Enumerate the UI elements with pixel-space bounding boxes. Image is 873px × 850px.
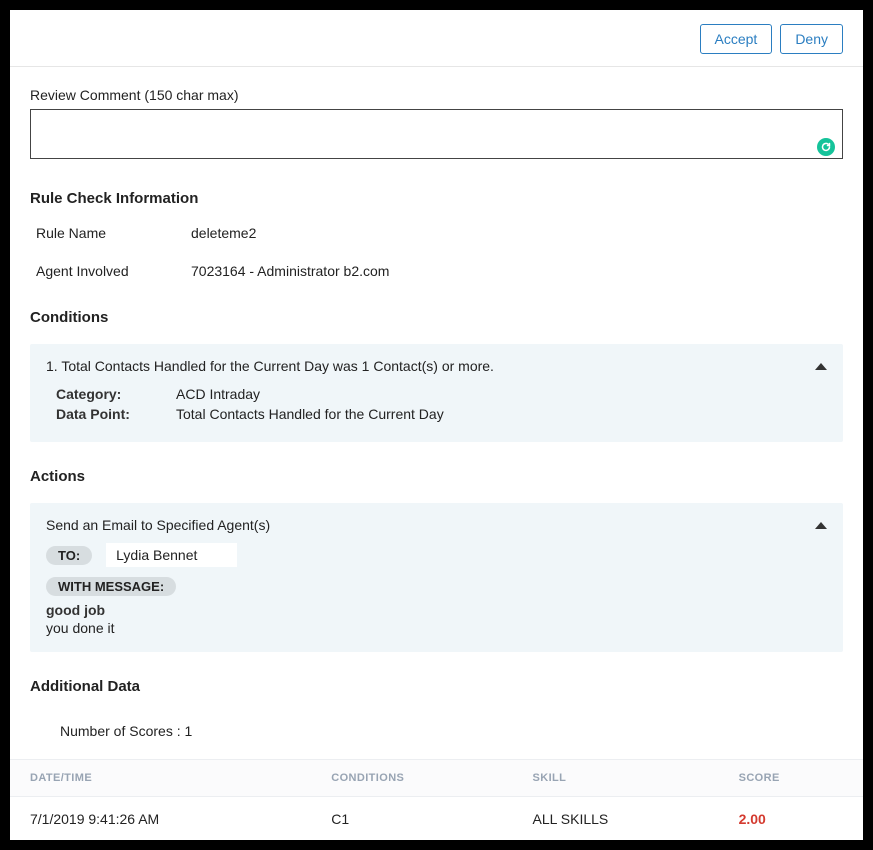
scores-table-wrap: DATE/TIME CONDITIONS SKILL SCORE 7/1/201… — [10, 759, 863, 840]
chevron-up-icon — [815, 363, 827, 370]
cell-conditions: C1 — [311, 797, 512, 841]
agent-involved-row: Agent Involved 7023164 - Administrator b… — [36, 263, 843, 279]
cell-datetime: 7/1/2019 9:41:26 AM — [10, 797, 311, 841]
action-to-line: TO: Lydia Bennet — [46, 543, 827, 567]
number-of-scores: Number of Scores : 1 — [30, 713, 843, 759]
rule-info-grid: Rule Name deleteme2 Agent Involved 70231… — [36, 225, 843, 279]
scores-table: DATE/TIME CONDITIONS SKILL SCORE 7/1/201… — [10, 759, 863, 840]
conditions-title: Conditions — [30, 309, 843, 326]
rule-info-title: Rule Check Information — [30, 190, 843, 207]
actions-body: TO: Lydia Bennet WITH MESSAGE: good job … — [46, 543, 827, 636]
rule-name-label: Rule Name — [36, 225, 191, 241]
app-window: Accept Deny Review Comment (150 char max… — [10, 10, 863, 840]
cell-score: 2.00 — [719, 797, 863, 841]
review-comment-wrapper — [30, 109, 843, 162]
cell-skill: ALL SKILLS — [513, 797, 719, 841]
with-message-label-pill: WITH MESSAGE: — [46, 577, 176, 596]
topbar: Accept Deny — [10, 10, 863, 67]
actions-panel-header[interactable]: Send an Email to Specified Agent(s) — [46, 517, 827, 533]
agent-involved-value: 7023164 - Administrator b2.com — [191, 263, 389, 279]
message-body: you done it — [46, 620, 827, 636]
th-skill: SKILL — [513, 760, 719, 797]
condition-category-value: ACD Intraday — [176, 386, 260, 402]
table-header-row: DATE/TIME CONDITIONS SKILL SCORE — [10, 760, 863, 797]
condition-datapoint-value: Total Contacts Handled for the Current D… — [176, 406, 444, 422]
conditions-panel: 1. Total Contacts Handled for the Curren… — [30, 344, 843, 442]
review-comment-input[interactable] — [30, 109, 843, 159]
rule-name-row: Rule Name deleteme2 — [36, 225, 843, 241]
action-summary: Send an Email to Specified Agent(s) — [46, 517, 270, 533]
condition-category-label: Category: — [56, 386, 176, 402]
conditions-panel-header[interactable]: 1. Total Contacts Handled for the Curren… — [46, 358, 827, 374]
actions-title: Actions — [30, 468, 843, 485]
rule-name-value: deleteme2 — [191, 225, 256, 241]
agent-involved-label: Agent Involved — [36, 263, 191, 279]
deny-button[interactable]: Deny — [780, 24, 843, 54]
th-datetime: DATE/TIME — [10, 760, 311, 797]
th-conditions: CONDITIONS — [311, 760, 512, 797]
condition-datapoint-label: Data Point: — [56, 406, 176, 422]
grammarly-icon[interactable] — [817, 138, 835, 156]
content-area: Review Comment (150 char max) Rule Check… — [10, 67, 863, 840]
additional-data-title: Additional Data — [30, 678, 843, 695]
to-label-pill: TO: — [46, 546, 92, 565]
accept-button[interactable]: Accept — [700, 24, 773, 54]
chevron-up-icon — [815, 522, 827, 529]
conditions-body: Category: ACD Intraday Data Point: Total… — [46, 386, 827, 422]
recipient-box: Lydia Bennet — [106, 543, 237, 567]
table-row: 7/1/2019 9:41:26 AM C1 ALL SKILLS 2.00 — [10, 797, 863, 841]
review-comment-label: Review Comment (150 char max) — [30, 87, 843, 103]
actions-panel: Send an Email to Specified Agent(s) TO: … — [30, 503, 843, 652]
condition-summary: 1. Total Contacts Handled for the Curren… — [46, 358, 494, 374]
th-score: SCORE — [719, 760, 863, 797]
message-subject: good job — [46, 602, 827, 618]
